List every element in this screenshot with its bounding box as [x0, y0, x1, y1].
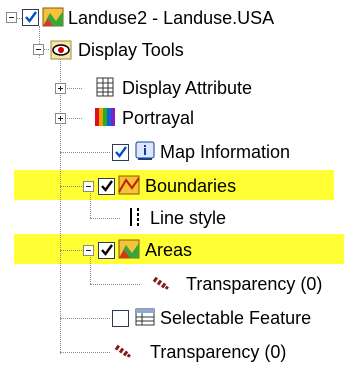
line-style-icon [130, 208, 139, 226]
expand-toggle[interactable] [55, 113, 66, 124]
tree-node-label: Line style [150, 208, 227, 228]
tree-node-label: Portrayal [122, 108, 195, 128]
select-table-icon [135, 308, 155, 326]
layer-checkbox[interactable] [22, 9, 39, 26]
collapse-toggle[interactable] [83, 245, 94, 256]
layer-tree: Landuse2 - Landuse.USA Display Tools Dis… [0, 0, 353, 367]
area-layer-icon [118, 239, 140, 259]
transparency-icon [114, 344, 131, 358]
color-bars-icon [95, 108, 115, 126]
tree-node-label: Selectable Feature [160, 308, 312, 328]
tree-node-label: Boundaries [145, 176, 237, 196]
transparency-icon [152, 276, 169, 290]
tree-node-label: Landuse2 - Landuse.USA [68, 8, 275, 28]
collapse-toggle[interactable] [33, 44, 44, 55]
table-icon [96, 77, 114, 97]
tree-node-label: Areas [145, 240, 193, 260]
tree-node-label: Display Tools [78, 40, 184, 60]
map-information-checkbox[interactable] [112, 144, 129, 161]
tree-node-label: Transparency (0) [186, 274, 323, 294]
eye-icon [50, 40, 72, 60]
collapse-toggle[interactable] [83, 181, 94, 192]
boundary-layer-icon [118, 175, 140, 195]
areas-checkbox[interactable] [98, 242, 115, 259]
tree-node-label: Map Information [160, 142, 291, 162]
layer-landuse-icon [42, 7, 64, 27]
tree-node-label: Display Attribute [122, 78, 253, 98]
boundaries-checkbox[interactable] [98, 178, 115, 195]
expand-toggle[interactable] [55, 83, 66, 94]
tree-node-label: Transparency (0) [150, 342, 287, 362]
info-icon [135, 141, 155, 160]
selectable-feature-checkbox[interactable] [112, 310, 129, 327]
collapse-toggle[interactable] [6, 12, 17, 23]
